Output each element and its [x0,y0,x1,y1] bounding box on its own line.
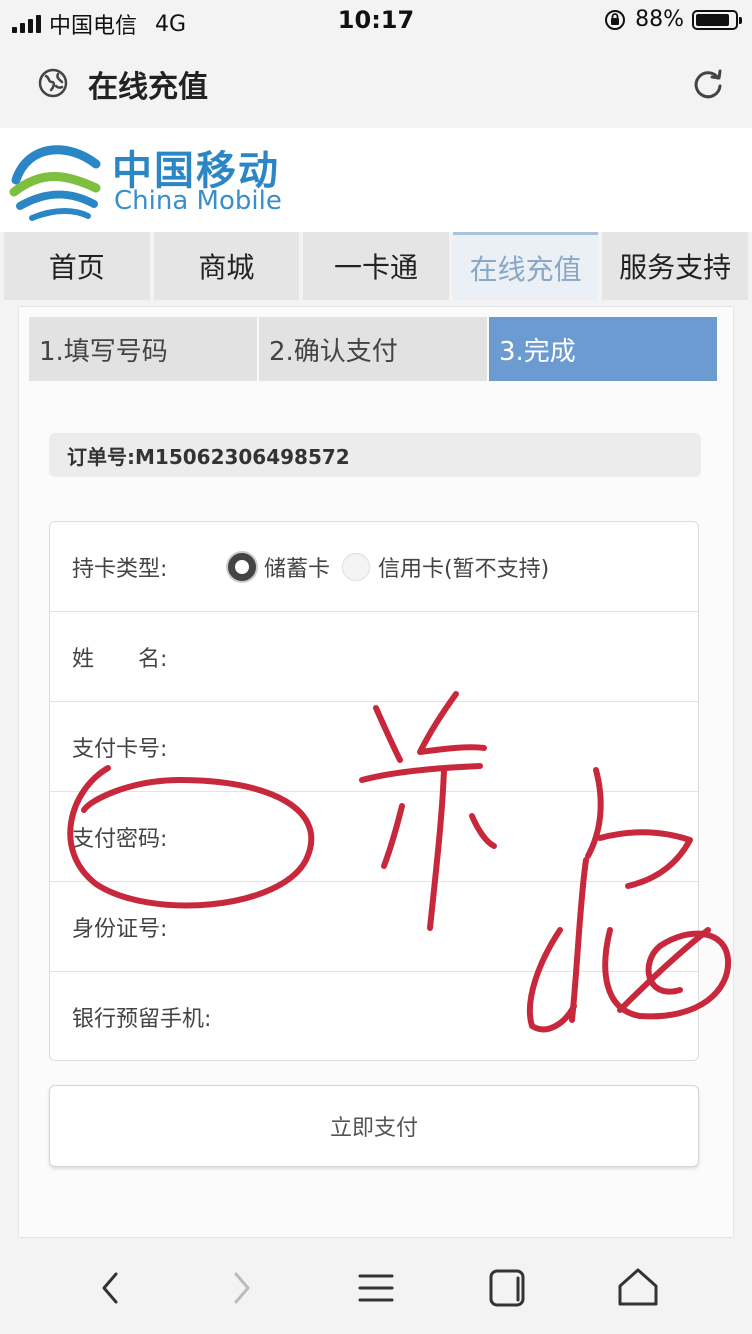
step-fill-number: 1.填写号码 [29,317,259,381]
reload-icon[interactable] [690,66,726,102]
bank-phone-label: 银行预留手机: [72,1007,212,1032]
nav-tab-home[interactable]: 首页 [4,232,150,300]
recharge-panel: 1.填写号码 2.确认支付 3.完成 订单号:M15062306498572 持… [18,306,734,1238]
browser-toolbar [0,1240,752,1334]
step-complete: 3.完成 [489,317,717,381]
step-indicator: 1.填写号码 2.确认支付 3.完成 [29,317,717,381]
page-title: 在线充值 [88,70,208,105]
forward-icon[interactable] [214,1260,270,1316]
card-number-field[interactable]: 支付卡号: [50,702,698,792]
password-field[interactable]: 支付密码: [50,792,698,882]
debit-card-label: 储蓄卡 [264,556,331,582]
battery-fill [696,13,730,26]
nav-tab-card[interactable]: 一卡通 [303,232,449,300]
id-number-label: 身份证号: [72,916,168,942]
globe-icon [38,68,68,98]
status-right: 88% [603,7,742,32]
nav-tab-support[interactable]: 服务支持 [602,232,748,300]
battery-percent: 88% [635,7,684,32]
bank-phone-field[interactable]: 银行预留手机: [50,972,698,1062]
menu-icon[interactable] [348,1260,404,1316]
nav-tab-mall[interactable]: 商城 [153,232,300,300]
tabs-icon[interactable] [480,1260,536,1316]
logo-text-en: China Mobile [114,186,282,216]
name-label: 姓 名: [72,646,168,672]
home-icon[interactable] [610,1260,666,1316]
order-number: 订单号:M15062306498572 [49,433,701,477]
id-number-field[interactable]: 身份证号: [50,882,698,972]
credit-card-label: 信用卡(暂不支持) [378,556,550,582]
nav-tab-recharge[interactable]: 在线充值 [452,232,599,300]
site-header: 中国移动 China Mobile [0,128,752,232]
battery-icon [692,9,742,30]
debit-card-radio[interactable]: 储蓄卡 [228,551,330,583]
main-nav: 首页 商城 一卡通 在线充值 服务支持 [4,232,748,300]
name-field[interactable]: 姓 名: [50,612,698,702]
card-number-label: 支付卡号: [72,736,168,762]
back-icon[interactable] [82,1260,138,1316]
china-mobile-logo-icon [9,145,101,221]
pay-now-button[interactable]: 立即支付 [49,1085,699,1167]
step-confirm-payment: 2.确认支付 [259,317,489,381]
card-type-row: 持卡类型: 储蓄卡 信用卡(暂不支持) [50,522,698,612]
card-type-label: 持卡类型: [72,556,168,582]
radio-unchecked-icon [342,552,371,581]
payment-form: 持卡类型: 储蓄卡 信用卡(暂不支持) 姓 名: 支付卡号: 支付密码: 身份证… [49,521,699,1061]
status-bar: 中国电信 4G 10:17 88% [0,0,752,40]
password-label: 支付密码: [72,826,168,852]
browser-title-bar: 在线充值 [0,40,752,128]
credit-card-radio[interactable]: 信用卡(暂不支持) [342,551,549,583]
orientation-lock-icon [605,9,626,30]
radio-checked-icon [228,552,256,581]
